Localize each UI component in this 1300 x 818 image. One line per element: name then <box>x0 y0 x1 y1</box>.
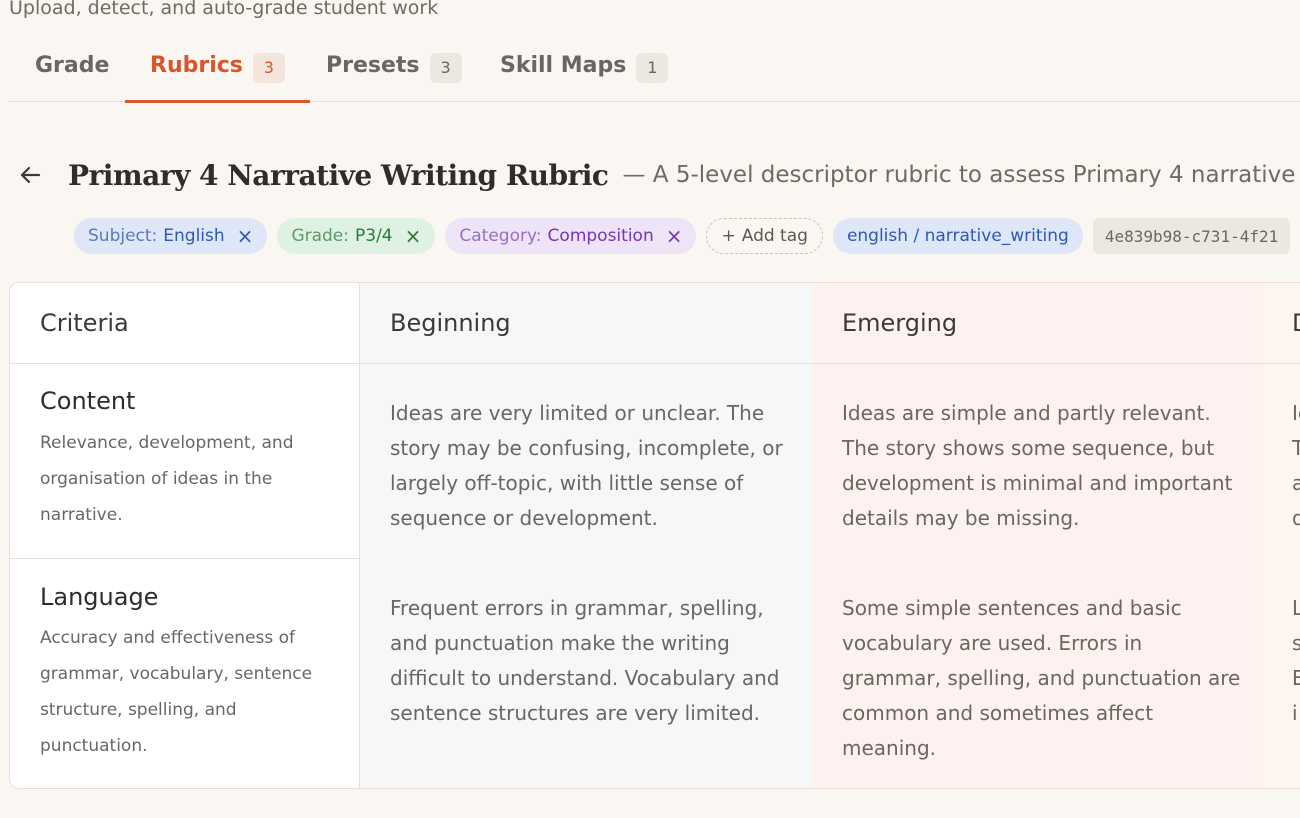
tab-presets[interactable]: Presets 3 <box>326 30 462 101</box>
tab-rubrics-count: 3 <box>252 52 285 83</box>
tag-category-value: Composition <box>547 226 654 246</box>
tab-presets-count: 3 <box>429 52 462 83</box>
add-tag-button[interactable]: + Add tag <box>706 218 823 254</box>
tag-grade: Grade: P3/4 × <box>277 218 436 254</box>
tab-skill-maps[interactable]: Skill Maps 1 <box>500 30 669 101</box>
tag-subject-key: Subject: <box>88 226 158 246</box>
header-emerging: Emerging <box>842 309 958 337</box>
level-column-beginning: Beginning Ideas are very limited or uncl… <box>360 283 812 788</box>
back-button[interactable] <box>18 160 42 190</box>
descriptor-cell[interactable]: Frequent errors in grammar, spelling, an… <box>390 591 790 731</box>
level-column-emerging: Emerging Ideas are simple and partly rel… <box>812 283 1262 788</box>
tag-subject-value: English <box>163 226 225 246</box>
plus-icon: + <box>721 226 736 246</box>
rubric-title: Primary 4 Narrative Writing Rubric <box>68 158 609 192</box>
arrow-left-icon <box>20 166 41 184</box>
tab-skill-maps-label: Skill Maps <box>500 53 627 78</box>
descriptor-cell[interactable]: L s E i <box>1292 591 1300 731</box>
rubric-table: Criteria Content Relevance, development,… <box>9 282 1300 789</box>
tab-skill-maps-count: 1 <box>636 52 669 83</box>
rubric-id-badge: 4e839b98-c731-4f21 <box>1092 218 1291 254</box>
header-beginning: Beginning <box>390 309 511 337</box>
tag-path[interactable]: english / narrative_writing <box>832 218 1083 254</box>
remove-grade-icon[interactable]: × <box>405 224 422 248</box>
criterion-description: Relevance, development, and organisation… <box>40 433 294 525</box>
tag-subject: Subject: English × <box>74 218 268 254</box>
row-divider <box>10 558 360 559</box>
tag-grade-value: P3/4 <box>355 226 393 246</box>
add-tag-label: Add tag <box>741 226 808 246</box>
tab-bar: Grade Rubrics 3 Presets 3 Skill Maps 1 <box>9 30 1300 103</box>
app-subtitle: Upload, detect, and auto-grade student w… <box>9 0 439 19</box>
tab-grade[interactable]: Grade <box>35 30 109 101</box>
descriptor-cell[interactable]: Some simple sentences and basic vocabula… <box>842 591 1242 766</box>
level-column-developing: D Id T a d L s E i <box>1262 283 1300 788</box>
remove-subject-icon[interactable]: × <box>237 224 254 248</box>
header-divider <box>10 363 1300 364</box>
tab-presets-label: Presets <box>326 53 420 78</box>
tab-grade-label: Grade <box>35 53 110 78</box>
tag-grade-key: Grade: <box>291 226 349 246</box>
criterion-name: Language <box>40 583 159 611</box>
tag-category-key: Category: <box>459 226 542 246</box>
descriptor-cell[interactable]: Id T a d <box>1292 396 1300 536</box>
criterion-description: Accuracy and effectiveness of grammar, v… <box>40 628 313 756</box>
header-criteria: Criteria <box>40 309 129 337</box>
tag-category: Category: Composition × <box>445 218 697 254</box>
remove-category-icon[interactable]: × <box>666 224 683 248</box>
header-developing: D <box>1292 309 1300 337</box>
rubric-description: — A 5-level descriptor rubric to assess … <box>622 162 1300 188</box>
criteria-column: Criteria Content Relevance, development,… <box>10 283 360 788</box>
tab-rubrics[interactable]: Rubrics 3 <box>125 30 310 103</box>
tag-list: Subject: English × Grade: P3/4 × Categor… <box>74 218 1300 254</box>
descriptor-cell[interactable]: Ideas are very limited or unclear. The s… <box>390 396 790 536</box>
criterion-name: Content <box>40 387 136 415</box>
tab-rubrics-label: Rubrics <box>150 53 243 78</box>
descriptor-cell[interactable]: Ideas are simple and partly relevant. Th… <box>842 396 1242 536</box>
rubric-header: Primary 4 Narrative Writing Rubric — A 5… <box>18 150 1300 200</box>
